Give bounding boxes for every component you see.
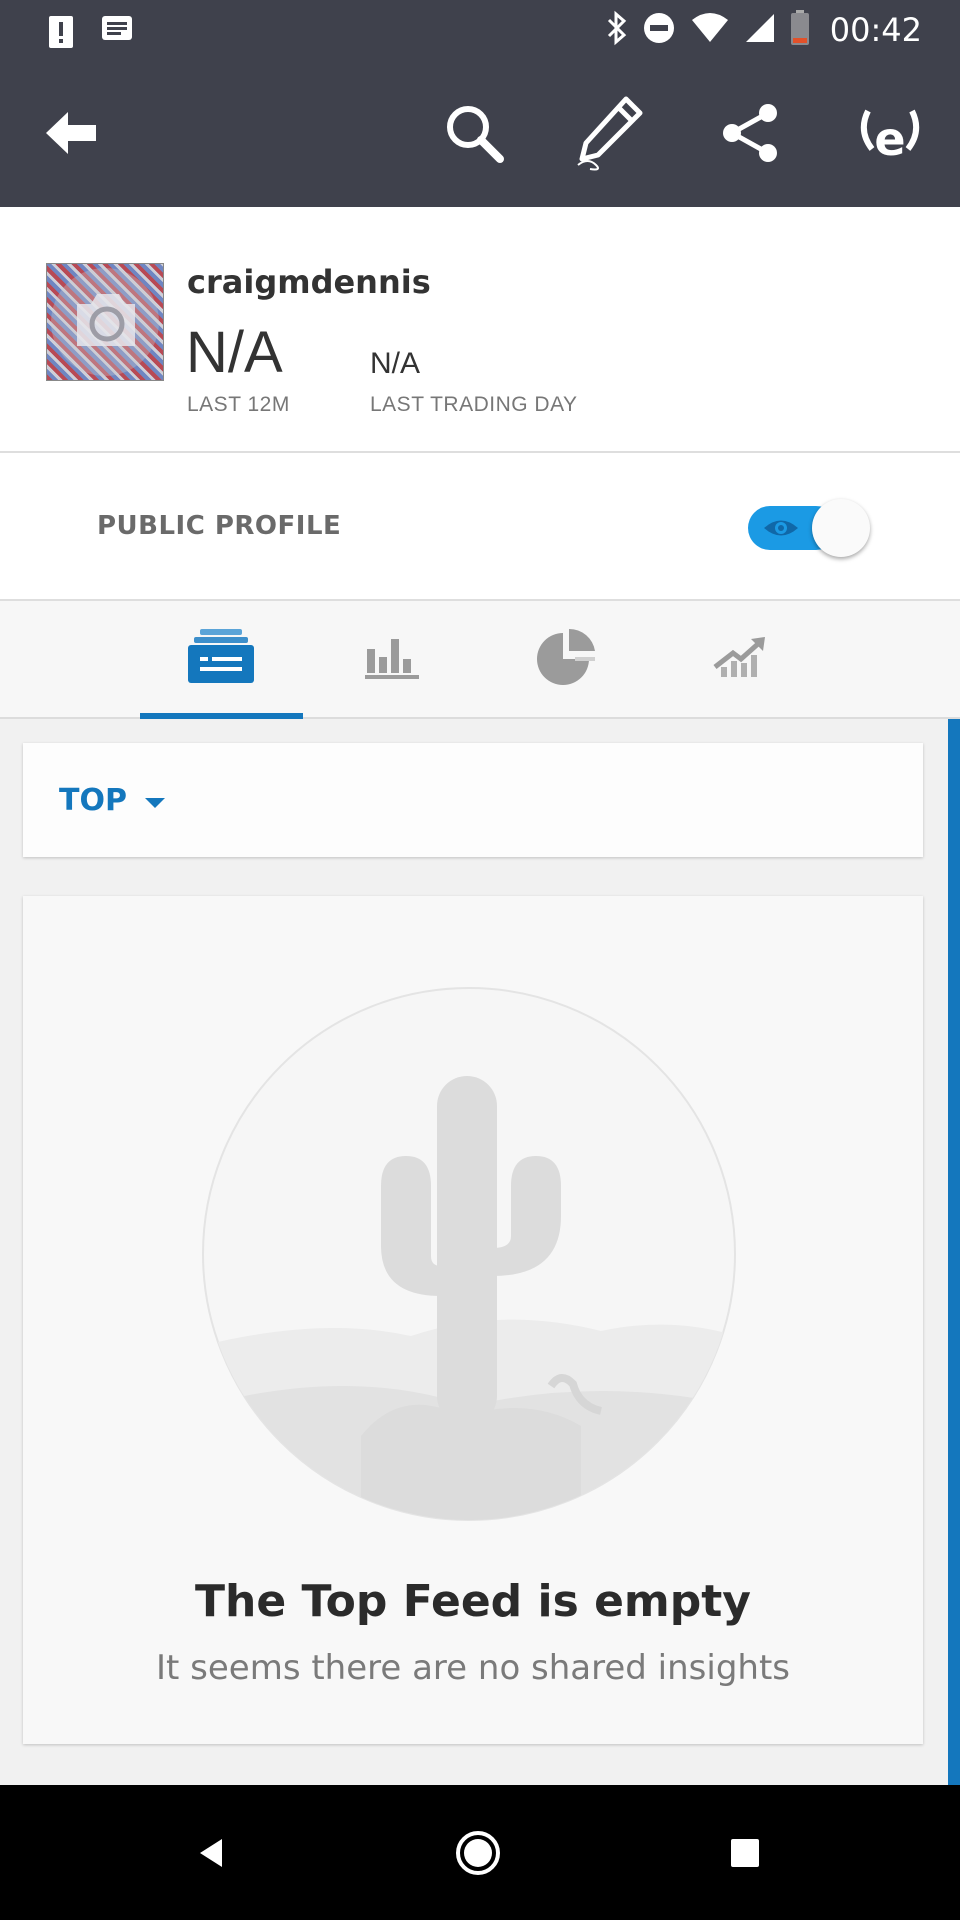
trending-up-icon xyxy=(711,633,771,685)
camera-icon xyxy=(51,268,159,376)
eye-icon xyxy=(764,520,798,536)
caret-down-icon[interactable] xyxy=(143,795,167,814)
feed-icon xyxy=(186,627,256,691)
toggle-knob xyxy=(812,499,870,557)
profile-card: craigmdennis N/A N/A LAST 12M LAST TRADI… xyxy=(0,207,960,453)
empty-title: The Top Feed is empty xyxy=(195,1576,751,1627)
search-button[interactable] xyxy=(434,95,514,175)
share-button[interactable] xyxy=(710,95,790,175)
back-button[interactable] xyxy=(30,95,110,175)
edit-button[interactable] xyxy=(568,95,648,175)
public-profile-toggle[interactable] xyxy=(748,499,872,557)
tab-performance[interactable] xyxy=(660,601,822,717)
tab-bar xyxy=(0,601,960,719)
message-icon xyxy=(100,14,134,54)
feed-filter-dropdown[interactable]: TOP xyxy=(59,783,127,818)
gain-day-label: LAST TRADING DAY xyxy=(370,393,578,416)
wifi-icon xyxy=(690,12,730,48)
app-bar: e xyxy=(0,65,960,207)
signal-icon xyxy=(744,12,776,48)
nav-bar xyxy=(0,1785,960,1920)
nav-home-icon xyxy=(454,1829,502,1881)
bar-chart-icon xyxy=(363,635,423,683)
nav-recents-button[interactable] xyxy=(705,1815,785,1895)
etoro-logo-icon: e xyxy=(854,97,926,173)
share-icon xyxy=(718,101,782,169)
avatar[interactable] xyxy=(46,263,164,381)
nav-recents-icon xyxy=(729,1837,761,1873)
battery-icon xyxy=(790,10,810,50)
feed-filter-card: TOP xyxy=(23,743,923,857)
nav-back-button[interactable] xyxy=(172,1815,252,1895)
tab-portfolio[interactable] xyxy=(486,601,648,717)
gain-12m-value: N/A xyxy=(186,320,283,385)
do-not-disturb-icon xyxy=(642,11,676,49)
scroll-accent xyxy=(948,719,960,1785)
edit-pencil-icon xyxy=(568,93,648,177)
nav-home-button[interactable] xyxy=(438,1815,518,1895)
username: craigmdennis xyxy=(187,263,431,301)
public-profile-row: PUBLIC PROFILE xyxy=(0,453,960,601)
bluetooth-icon xyxy=(606,10,628,50)
nav-back-icon xyxy=(194,1835,230,1875)
search-icon xyxy=(442,101,506,169)
svg-text:e: e xyxy=(874,112,905,166)
empty-subtitle: It seems there are no shared insights xyxy=(155,1648,791,1688)
cactus-illustration-icon xyxy=(202,987,736,1521)
tab-stats[interactable] xyxy=(312,601,474,717)
status-time: 00:42 xyxy=(829,11,922,49)
etoro-button[interactable]: e xyxy=(850,95,930,175)
alert-icon xyxy=(48,14,74,54)
back-arrow-icon xyxy=(40,108,100,162)
empty-feed-card: The Top Feed is empty It seems there are… xyxy=(23,896,923,1744)
tab-feed[interactable] xyxy=(140,601,302,717)
public-profile-label: PUBLIC PROFILE xyxy=(97,511,342,541)
gain-day-value: N/A xyxy=(370,347,421,380)
gain-12m-label: LAST 12M xyxy=(187,393,290,416)
pie-chart-icon xyxy=(535,625,599,693)
status-bar: 00:42 xyxy=(0,0,960,65)
